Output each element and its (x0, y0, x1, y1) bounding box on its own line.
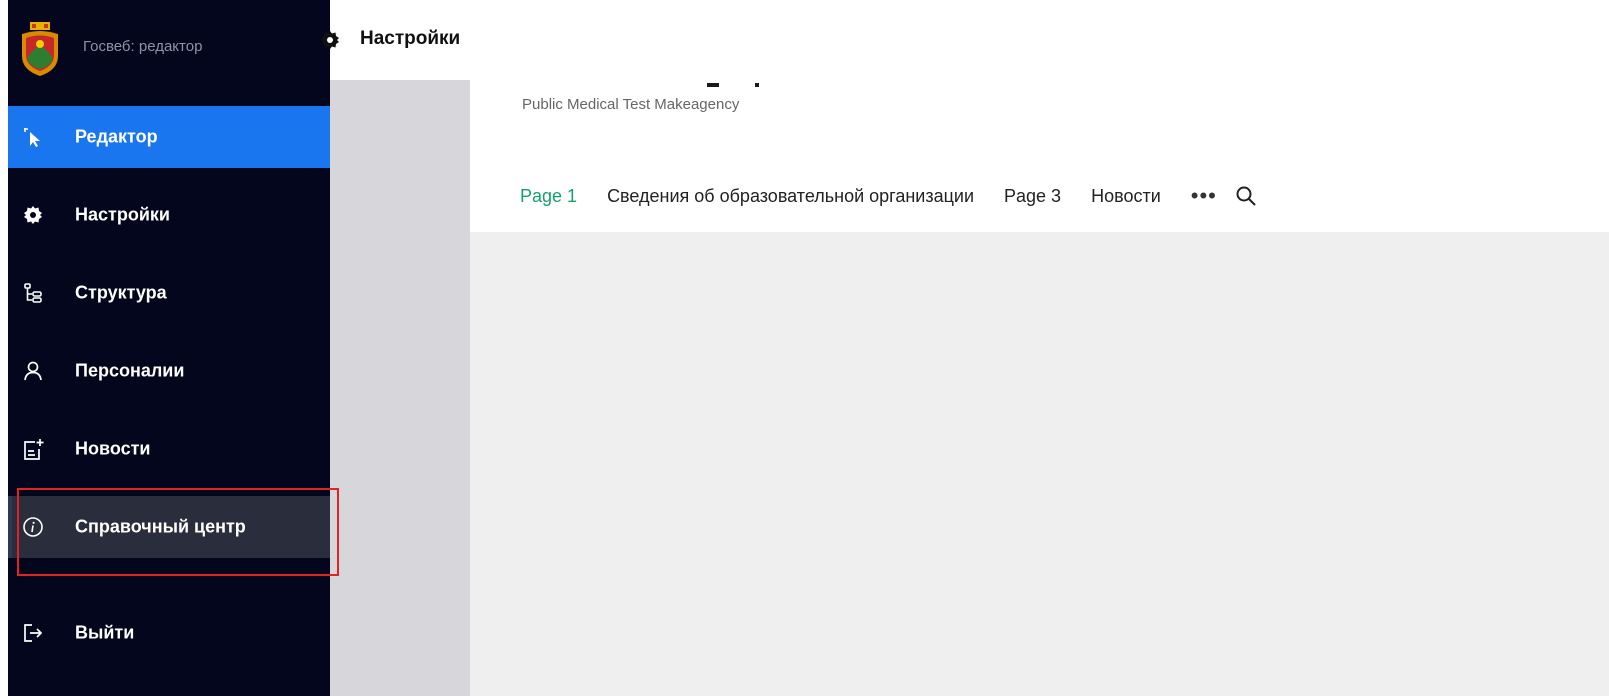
sidebar-item-label: Новости (75, 438, 151, 459)
tab-education-info[interactable]: Сведения об образовательной организации (607, 186, 974, 207)
sidebar-item-editor[interactable]: Редактор (8, 106, 330, 168)
sidebar-item-news[interactable]: Новости (8, 418, 330, 480)
sidebar-item-settings[interactable]: Настройки (8, 184, 330, 246)
gear-icon (321, 31, 339, 49)
sidebar-item-label: Выйти (75, 622, 135, 643)
app-name: Госвеб: редактор (83, 38, 203, 55)
hover-indicator (8, 496, 12, 558)
tab-page-1[interactable]: Page 1 (520, 186, 578, 242)
canvas-gutter (330, 80, 470, 696)
sidebar-item-logout[interactable]: Выйти (8, 602, 330, 664)
search-icon[interactable] (1235, 185, 1257, 207)
gear-icon (21, 203, 45, 227)
tab-news[interactable]: Новости (1091, 186, 1161, 207)
truncated-title-fragment (707, 83, 759, 87)
sidebar-item-label: Редактор (75, 126, 158, 147)
org-name: Public Medical Test Makeagency (522, 96, 740, 113)
site-nav-tabs: Page 1 Сведения об образовательной орган… (520, 176, 1257, 242)
sidebar-item-structure[interactable]: Структура (8, 262, 330, 324)
tab-page-3[interactable]: Page 3 (1004, 186, 1061, 207)
sidebar-item-label: Персоналии (75, 360, 185, 381)
annotation-highlight (17, 488, 339, 576)
page-content-area (470, 232, 1609, 696)
logout-icon (21, 621, 45, 645)
person-icon (21, 359, 45, 383)
news-add-icon (21, 437, 45, 461)
cursor-icon (21, 125, 45, 149)
more-menu-button[interactable]: ••• (1191, 185, 1217, 207)
sidebar-item-label: Настройки (75, 204, 170, 225)
structure-icon (21, 281, 45, 305)
sidebar-item-persons[interactable]: Персоналии (8, 340, 330, 402)
coat-of-arms-logo (22, 22, 58, 76)
page-title: Настройки (360, 28, 461, 49)
sidebar-header: Госвеб: редактор (8, 0, 330, 106)
sidebar-item-label: Структура (75, 282, 167, 303)
site-header: Public Medical Test Makeagency Page 1 Св… (470, 56, 1609, 242)
sidebar: Госвеб: редактор Редактор Настройки Стру… (8, 0, 330, 696)
